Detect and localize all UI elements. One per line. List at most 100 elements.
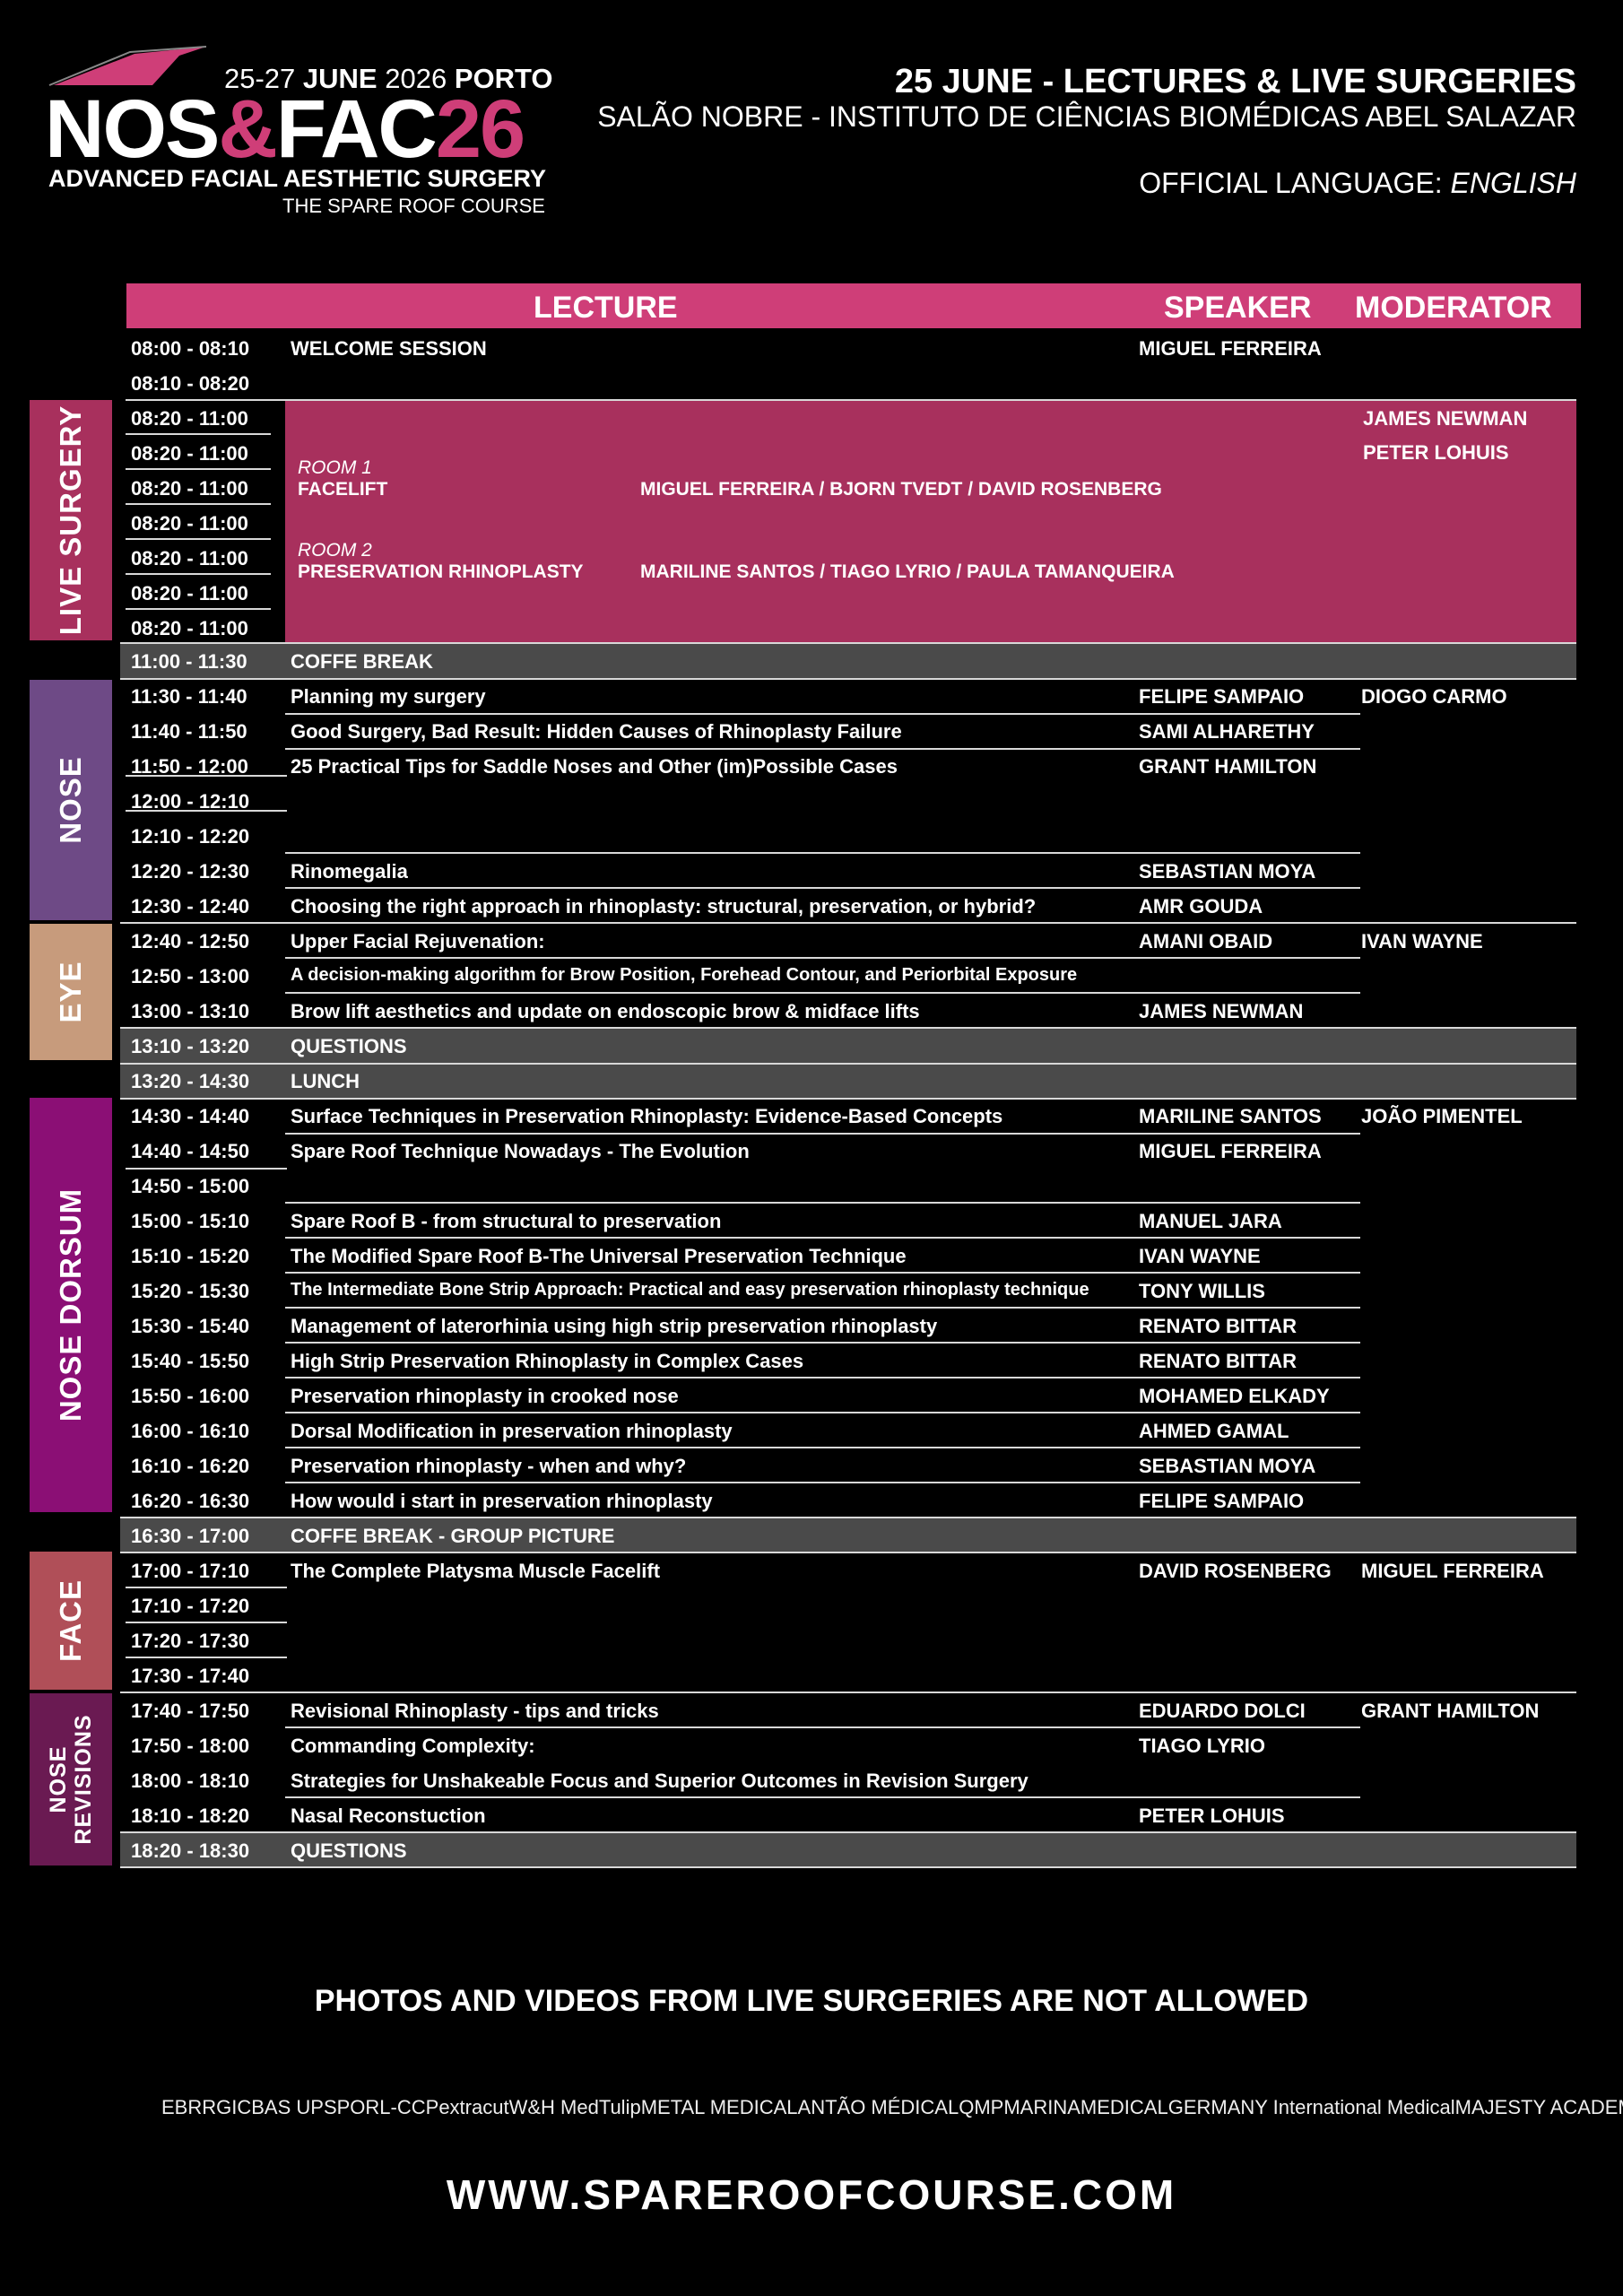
- time-cell: 17:00 - 17:10: [131, 1560, 250, 1582]
- lecture-cell: Preservation rhinoplasty - when and why?: [291, 1455, 687, 1477]
- row-divider: [126, 1657, 287, 1658]
- table-row: 15:20 - 15:30 The Intermediate Bone Strip…: [126, 1273, 1576, 1308]
- speaker-cell: RENATO BITTAR: [1139, 1315, 1297, 1337]
- row-divider: [126, 810, 287, 812]
- speaker-cell: JAMES NEWMAN: [1139, 1000, 1304, 1022]
- row-divider: [285, 852, 1360, 854]
- time-cell: 13:10 - 13:20: [131, 1035, 250, 1057]
- time-cell: 11:00 - 11:30: [131, 650, 247, 673]
- table-row: 12:40 - 12:50 Upper Facial Rejuvenation: A…: [126, 923, 1576, 958]
- sponsor-logo: EBRRG: [161, 2096, 232, 2118]
- time-cell: 18:20 - 18:30: [131, 1839, 250, 1862]
- speaker-cell: DAVID ROSENBERG: [1139, 1560, 1332, 1582]
- table-header: LECTURE SPEAKER MODERATOR: [126, 283, 1581, 328]
- section-nose-revisions-label: NOSE REVISIONS: [46, 1714, 96, 1845]
- table-row: 11:30 - 11:40 Planning my surgery FELIPE S…: [126, 678, 1576, 713]
- table-row: 08:10 - 08:20: [126, 365, 1576, 400]
- row-divider: [285, 1377, 1360, 1378]
- table-row: 16:20 - 16:30 How would i start in preser…: [126, 1483, 1576, 1518]
- table-row: 14:50 - 15:00: [126, 1168, 1576, 1203]
- speaker-cell: GRANT HAMILTON: [1139, 755, 1317, 778]
- live-moderator-1: JAMES NEWMAN: [1363, 407, 1528, 430]
- room2-label: ROOM 2: [298, 540, 372, 561]
- time-cell: 12:30 - 12:40: [131, 895, 250, 918]
- speaker-cell: SEBASTIAN MOYA: [1139, 1455, 1316, 1477]
- row-divider: [285, 957, 1360, 959]
- table-row: 16:00 - 16:10 Dorsal Modification in pres…: [126, 1413, 1576, 1448]
- row-divider: [285, 1726, 1360, 1728]
- lecture-cell: Nasal Reconstuction: [291, 1805, 486, 1827]
- row-divider: [285, 1482, 1360, 1483]
- sponsor-logo: W&H Med: [508, 2096, 599, 2118]
- time-cell: 17:10 - 17:20: [131, 1595, 250, 1617]
- time-cell: 15:00 - 15:10: [131, 1210, 250, 1232]
- table-row: 16:10 - 16:20 Preservation rhinoplasty - …: [126, 1448, 1576, 1483]
- table-row: 18:00 - 18:10 Strategies for Unshakeable …: [126, 1762, 1576, 1797]
- table-row: 12:00 - 12:10: [126, 783, 1576, 818]
- row-divider: [285, 713, 1360, 715]
- row-divider: [285, 1272, 1360, 1274]
- break-row: 13:20 - 14:30 LUNCH: [120, 1063, 1576, 1098]
- lecture-cell: Rinomegalia: [291, 860, 408, 883]
- moderator-cell: GRANT HAMILTON: [1361, 1700, 1540, 1722]
- lecture-cell: Brow lift aesthetics and update on endos…: [291, 1000, 920, 1022]
- row-divider: [120, 1831, 1576, 1833]
- table-row: 12:20 - 12:30 Rinomegalia SEBASTIAN MOYA: [126, 853, 1576, 888]
- time-cell: 15:30 - 15:40: [131, 1315, 250, 1337]
- live-time-row: 08:20 - 11:00: [126, 435, 278, 470]
- time-cell: 14:40 - 14:50: [131, 1140, 250, 1162]
- table-row: 12:50 - 13:00 A decision-making algorithm…: [126, 958, 1576, 993]
- table-row: 12:30 - 12:40 Choosing the right approach…: [126, 888, 1576, 923]
- logo-course: THE SPARE ROOF COURSE: [282, 195, 545, 217]
- room2-title: PRESERVATION RHINOPLASTY: [298, 561, 584, 582]
- time-cell: 11:40 - 11:50: [131, 720, 247, 743]
- sponsor-logo: extracut: [438, 2096, 509, 2118]
- table-row: 11:40 - 11:50 Good Surgery, Bad Result: H…: [126, 713, 1576, 748]
- lecture-cell: Preservation rhinoplasty in crooked nose: [291, 1385, 679, 1407]
- live-time-row: 08:20 - 11:00: [126, 540, 278, 575]
- row-divider: [126, 1168, 287, 1170]
- table-row: 17:00 - 17:10 The Complete Platysma Muscl…: [126, 1552, 1576, 1587]
- sponsor-logo: GERMANY International Medical: [1167, 2096, 1455, 2118]
- speaker-cell: MARILINE SANTOS: [1139, 1105, 1322, 1127]
- table-row: 14:30 - 14:40 Surface Techniques in Prese…: [126, 1098, 1576, 1133]
- time-cell: 13:20 - 14:30: [131, 1070, 250, 1092]
- row-divider: [120, 1866, 1576, 1868]
- break-row: 11:00 - 11:30 COFFE BREAK: [120, 643, 1576, 678]
- room1-title: FACELIFT: [298, 479, 388, 500]
- lecture-cell: The Complete Platysma Muscle Facelift: [291, 1560, 661, 1582]
- moderator-cell: IVAN WAYNE: [1361, 930, 1483, 952]
- section-nose-revisions: NOSE REVISIONS: [30, 1693, 112, 1866]
- lecture-cell: The Modified Spare Roof B-The Universal …: [291, 1245, 907, 1267]
- moderator-cell: JOÃO PIMENTEL: [1361, 1105, 1523, 1127]
- table-row: 17:20 - 17:30: [126, 1622, 1576, 1657]
- row-divider: [285, 1237, 1360, 1239]
- row-divider: [285, 1412, 1360, 1413]
- logo-title: NOS&FAC26: [45, 83, 525, 175]
- table-row: 14:40 - 14:50 Spare Roof Technique Nowada…: [126, 1133, 1576, 1168]
- logo-subtitle: ADVANCED FACIAL AESTHETIC SURGERY: [48, 165, 547, 192]
- time-cell: 11:30 - 11:40: [131, 685, 247, 708]
- lecture-cell: A decision-making algorithm for Brow Pos…: [291, 965, 1078, 985]
- table-row: 15:50 - 16:00 Preservation rhinoplasty in…: [126, 1378, 1576, 1413]
- live-time-row: 08:20 - 11:00: [126, 470, 278, 505]
- lecture-cell: How would i start in preservation rhinop…: [291, 1490, 713, 1512]
- lecture-cell: Surface Techniques in Preservation Rhino…: [291, 1105, 1003, 1127]
- speaker-cell: MIGUEL FERREIRA: [1139, 1140, 1322, 1162]
- lecture-cell: Good Surgery, Bad Result: Hidden Causes …: [291, 720, 902, 743]
- row-divider: [120, 922, 1576, 924]
- website-link[interactable]: WWW.SPAREROOFCOURSE.COM: [0, 2170, 1623, 2219]
- time-cell: 17:20 - 17:30: [131, 1630, 250, 1652]
- live-time-row: 08:20 - 11:00: [126, 505, 278, 540]
- row-divider: [120, 678, 1576, 680]
- table-row: 15:30 - 15:40 Management of laterorhinia …: [126, 1308, 1576, 1343]
- row-divider: [120, 1692, 1576, 1693]
- table-row: 17:40 - 17:50 Revisional Rhinoplasty - ti…: [126, 1692, 1576, 1727]
- time-cell: 15:20 - 15:30: [131, 1280, 250, 1302]
- lecture-cell: High Strip Preservation Rhinoplasty in C…: [291, 1350, 804, 1372]
- sponsor-logo: ICBAS UP: [231, 2096, 324, 2118]
- live-time-row: 08:20 - 11:00: [126, 610, 278, 645]
- time-cell: 15:50 - 16:00: [131, 1385, 250, 1407]
- break-row: 18:20 - 18:30 QUESTIONS: [120, 1832, 1576, 1867]
- table-row: 12:10 - 12:20: [126, 818, 1576, 853]
